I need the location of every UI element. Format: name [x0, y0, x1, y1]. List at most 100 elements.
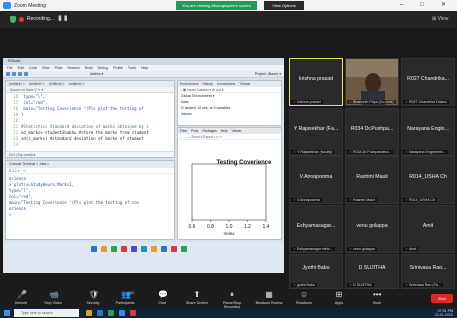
share-screen-icon: ⬆ — [193, 290, 201, 299]
tab-tutorial[interactable]: Tutorial — [239, 81, 250, 87]
participant-label: ✕Rashmi Mauli — [347, 198, 377, 202]
participant-tile[interactable]: Amit ✕Amit — [401, 205, 455, 253]
editor-tab[interactable]: Untitled3 × — [49, 81, 65, 87]
participant-tile[interactable]: R034 Dr.Pushpa... ✕R034,Dr.Pushpanatha... — [345, 108, 399, 156]
mic-muted-icon: ✕ — [349, 283, 353, 287]
x-axis-label: Index — [223, 231, 235, 236]
reactions-label: Reactions — [296, 301, 312, 305]
security-button[interactable]: 🛡 Security — [76, 290, 110, 306]
breakout-rooms-button[interactable]: ▦ Breakout Rooms — [252, 291, 286, 306]
system-clock: 07:51 PM 22-01-2022 — [435, 309, 453, 317]
taskbar-app-icon — [91, 246, 97, 252]
close-icon[interactable]: ✕ — [441, 0, 446, 11]
participant-tile[interactable]: R027 Chandrika... ✕R027 Chandrika Dalavo — [401, 58, 455, 106]
console-output[interactable]: orience > plot(x=StudyHours,Marks1, type=… — [6, 174, 174, 218]
menu-item-file[interactable]: File — [7, 65, 13, 71]
breakout-rooms-label: Breakout Rooms — [255, 301, 283, 305]
pause-recording-button[interactable]: ⏸ Pause/Stop Recording — [215, 291, 249, 310]
taskbar-search-input[interactable]: Type here to search — [14, 309, 79, 317]
apps-label: Apps — [334, 301, 344, 305]
shared-taskbar-icons — [91, 246, 187, 252]
reactions-button[interactable]: ☺ Reactions — [287, 291, 321, 306]
security-icon: 🛡 — [89, 290, 100, 299]
project-menu[interactable]: Project: (None) ▾ — [255, 72, 281, 76]
participant-label: ✕V.Annapoorna — [291, 198, 322, 202]
participant-tile[interactable]: Srinivasa Rao... ✕Srinivasa Rao (Fa... — [401, 254, 455, 289]
apps-button[interactable]: ⊞ Apps — [322, 291, 356, 306]
share-screen-button[interactable]: ⬆ Share Screen — [180, 290, 214, 306]
mic-muted-icon: ✕ — [349, 100, 353, 104]
participant-label: ✕krishna prasad — [291, 100, 323, 104]
chat-label: Chat — [158, 301, 166, 305]
participant-label: ✕Amit — [403, 247, 419, 251]
menu-item-edit[interactable]: Edit — [18, 65, 24, 71]
window-title: Zoom Meeting — [14, 2, 46, 9]
view-button[interactable]: ⊞ View — [432, 16, 448, 22]
console-tabs[interactable]: Console Terminal × Jobs × — [6, 161, 174, 168]
taskbar-app-icon[interactable] — [108, 310, 114, 316]
save-icon[interactable] — [18, 72, 22, 76]
taskbar-app-icon[interactable] — [119, 310, 125, 316]
menu-item-help[interactable]: Help — [141, 65, 148, 71]
unmute-button[interactable]: 🎤 Unmute — [4, 291, 38, 306]
menu-item-build[interactable]: Build — [85, 65, 93, 71]
participant-tile[interactable]: D SUJITHA ✕D SUJITHA — [345, 254, 399, 289]
minimize-icon[interactable]: – — [400, 0, 403, 11]
participant-tile[interactable]: Eshyamasagar... ✕Eshyamasagar ntelu... — [289, 205, 343, 253]
code-area[interactable]: 16 type="l", 17 col="red", 18 main="Testin… — [6, 93, 174, 148]
taskbar-app-icon — [131, 246, 137, 252]
menu-item-plots[interactable]: Plots — [55, 65, 63, 71]
menu-item-view[interactable]: View — [42, 65, 50, 71]
participant-video — [346, 59, 398, 105]
print-icon[interactable] — [24, 72, 28, 76]
code-text: main="Testing Coverience "(Pls plot the … — [21, 106, 144, 111]
participant-tile[interactable]: Jyothi Babu ✕jyothi Babu — [289, 254, 343, 289]
recording-status[interactable]: Recording... — [27, 16, 54, 22]
participant-tile[interactable]: ✕Bhanurkh Priya (Co-host) — [345, 58, 399, 106]
rstudio-titlebar: RStudio — [3, 58, 284, 65]
participant-tile[interactable]: venu golappa ✕venu golappa — [345, 205, 399, 253]
participant-name: D SUJITHA — [358, 265, 386, 271]
participant-tile[interactable]: V.Annapoorna ✕V.Annapoorna — [289, 156, 343, 204]
mic-muted-icon: ✕ — [293, 150, 297, 154]
participant-tile[interactable]: Rashmi Mauli ✕Rashmi Mauli — [345, 156, 399, 204]
addins-menu[interactable]: Addins ▾ — [90, 72, 103, 76]
menu-item-code[interactable]: Code — [29, 65, 37, 71]
unmute-label: Unmute — [14, 301, 28, 305]
view-options-button[interactable]: View Options — [264, 1, 304, 10]
end-meeting-button[interactable]: End — [431, 294, 453, 303]
participants-icon: 👥 — [121, 290, 131, 299]
tab-viewer[interactable]: Viewer — [232, 128, 242, 134]
maximize-icon[interactable]: □ — [420, 0, 424, 11]
new-file-icon[interactable] — [6, 72, 10, 76]
taskbar-app-icon[interactable] — [86, 310, 92, 316]
recording-controls[interactable]: ▮ ▮ — [58, 14, 68, 22]
stop-video-button[interactable]: 📹 Stop Video — [36, 291, 70, 306]
menu-item-tools[interactable]: Tools — [128, 65, 136, 71]
more-button[interactable]: ••• More — [360, 291, 394, 306]
menu-item-session[interactable]: Session — [67, 65, 79, 71]
participant-tile[interactable]: Narayana Engin... ✕Narayana Engineerin... — [401, 108, 455, 156]
clock-date: 22-01-2022 — [434, 313, 453, 317]
participant-label: ✕D SUJITHA — [347, 283, 374, 287]
mic-muted-icon: ✕ — [405, 283, 409, 287]
chat-button[interactable]: 💬 Chat — [145, 291, 179, 306]
taskbar-app-icon[interactable] — [97, 310, 103, 316]
open-file-icon[interactable] — [12, 72, 16, 76]
taskbar-app-icon — [141, 246, 147, 252]
participant-label: ✕Eshyamasagar ntelu... — [291, 247, 335, 251]
taskbar-app-icon — [161, 246, 167, 252]
windows-start-icon[interactable] — [4, 310, 10, 316]
encryption-shield-icon[interactable] — [10, 16, 16, 23]
participant-tile[interactable]: R014_USHA Ch ✕R014_USHA Ch — [401, 156, 455, 204]
menu-item-profile[interactable]: Profile — [113, 65, 123, 71]
participant-name: R014_USHA Ch — [409, 174, 447, 180]
participant-name: Y Rajasekhar (Fa... — [293, 126, 339, 132]
x-tick-label: 1.4 — [263, 224, 270, 230]
taskbar-app-icon[interactable] — [130, 310, 136, 316]
participants-button[interactable]: 👥 Participants 31 — [108, 290, 142, 306]
participant-tile[interactable]: krishna prasad ✕krishna prasad — [289, 58, 343, 106]
menu-item-debug[interactable]: Debug — [98, 65, 108, 71]
editor-tab[interactable]: Untitled4 × — [69, 81, 85, 87]
participant-tile[interactable]: Y Rajasekhar (Fa... ✕Y Rajasekhar (facult… — [289, 108, 343, 156]
